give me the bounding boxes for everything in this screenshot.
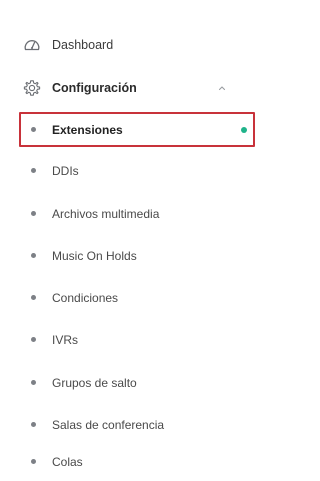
bullet-icon [31, 295, 36, 300]
bullet-icon [31, 380, 36, 385]
nav-item-dashboard[interactable]: Dashboard [0, 27, 258, 63]
bullet-icon [31, 422, 36, 427]
sub-item-label: Salas de conferencia [52, 418, 165, 432]
nav-item-configuracion-label: Configuración [52, 81, 137, 95]
bullet-icon [31, 168, 36, 173]
sub-item-ivrs[interactable]: IVRs [0, 323, 258, 357]
sub-item-extensiones[interactable]: Extensiones [19, 112, 255, 147]
sub-item-salas-de-conferencia[interactable]: Salas de conferencia [0, 408, 258, 442]
bullet-icon [31, 126, 36, 132]
sub-item-archivos-multimedia[interactable]: Archivos multimedia [0, 197, 258, 231]
chevron-up-icon[interactable] [217, 83, 227, 93]
sub-item-label: DDIs [52, 164, 79, 178]
sub-item-label: Music On Holds [52, 249, 137, 263]
sub-item-label: Condiciones [52, 291, 119, 305]
sub-item-label: Colas [52, 455, 83, 469]
sub-item-grupos-de-salto[interactable]: Grupos de salto [0, 366, 258, 400]
sub-item-label: Grupos de salto [52, 376, 137, 390]
sub-item-ddis[interactable]: DDIs [0, 154, 258, 188]
sub-item-music-on-holds[interactable]: Music On Holds [0, 239, 258, 273]
bullet-icon [31, 253, 36, 258]
active-indicator-dot [241, 126, 247, 133]
sub-item-label: Archivos multimedia [52, 207, 160, 221]
bullet-icon [31, 459, 36, 464]
nav-item-dashboard-label: Dashboard [52, 38, 114, 52]
sub-item-colas[interactable]: Colas [0, 445, 258, 479]
sub-item-condiciones[interactable]: Condiciones [0, 281, 258, 315]
dashboard-gauge-icon [23, 36, 41, 54]
gear-icon [23, 79, 41, 97]
nav-item-configuracion[interactable]: Configuración [0, 70, 258, 106]
bullet-icon [31, 337, 36, 342]
sub-item-label: IVRs [52, 333, 79, 347]
sidebar-nav: Dashboard Configuración Extensiones DDIs… [0, 0, 258, 481]
bullet-icon [31, 211, 36, 216]
sub-item-label: Extensiones [52, 122, 123, 137]
